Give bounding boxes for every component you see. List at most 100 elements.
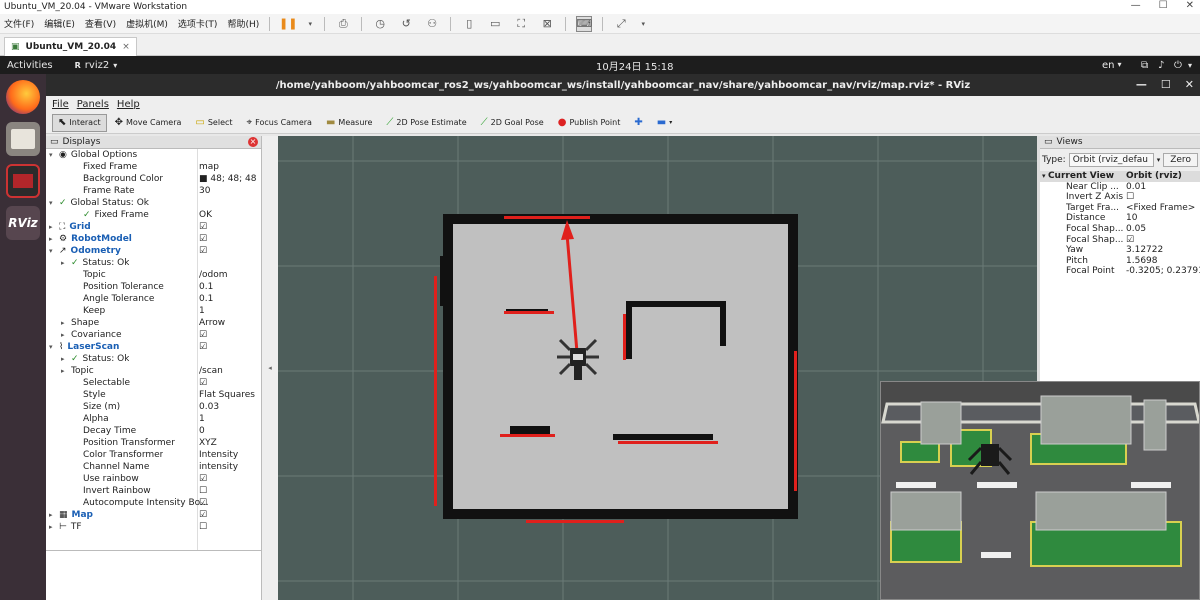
tab-ubuntu-vm[interactable]: ▣ Ubuntu_VM_20.04 ×: [4, 37, 137, 56]
display-row-value[interactable]: ☑: [199, 377, 207, 389]
view-property-row[interactable]: Invert Z Axis ☐: [1040, 192, 1200, 203]
view-property-row[interactable]: Focal Point -0.3205; 0.23791...: [1040, 266, 1200, 277]
current-view-row[interactable]: ▾ Current View Orbit (rviz): [1040, 171, 1200, 182]
vm-menu-help[interactable]: 帮助(H): [227, 17, 259, 30]
chevron-down-icon[interactable]: ▾: [1157, 156, 1161, 164]
display-row[interactable]: ▾ ↗ Odometry ☑: [46, 245, 261, 257]
display-row[interactable]: Autocompute Intensity Bo... ☑: [46, 497, 261, 509]
display-row[interactable]: ▸ ✓ Status: Ok: [46, 257, 261, 269]
collapsed-arrow-icon[interactable]: ▸: [61, 365, 65, 377]
display-row[interactable]: Channel Name intensity: [46, 461, 261, 473]
firefox-icon[interactable]: [6, 80, 40, 114]
display-row[interactable]: Keep 1: [46, 305, 261, 317]
display-row[interactable]: Decay Time 0: [46, 425, 261, 437]
display-row[interactable]: ▸ Covariance ☑: [46, 329, 261, 341]
tool-measure[interactable]: ▬ Measure: [320, 114, 378, 132]
unity-icon[interactable]: ⊠: [539, 16, 555, 32]
expanded-arrow-icon[interactable]: ▾: [49, 149, 53, 161]
tool-2d-goal-pose[interactable]: ⟋ 2D Goal Pose: [475, 114, 550, 132]
language-indicator[interactable]: en ▾: [1102, 60, 1122, 71]
panel-splitter-handle[interactable]: ◂: [262, 136, 278, 600]
display-row[interactable]: Alpha 1: [46, 413, 261, 425]
app-menu[interactable]: R rviz2 ▾: [75, 60, 118, 71]
tool-select[interactable]: ▭ Select: [189, 114, 238, 132]
files-icon[interactable]: [6, 122, 40, 156]
snapshot-manager-icon[interactable]: ⚇: [424, 16, 440, 32]
maximize-icon[interactable]: ☐: [1161, 78, 1171, 91]
fullscreen-icon[interactable]: ⛶: [513, 16, 529, 32]
pause-icon[interactable]: ❚❚: [279, 16, 297, 32]
display-row[interactable]: Size (m) 0.03: [46, 401, 261, 413]
display-row[interactable]: Position Tolerance 0.1: [46, 281, 261, 293]
minimize-icon[interactable]: —: [1131, 0, 1141, 11]
display-row-value[interactable]: ☑: [199, 497, 207, 509]
view-property-row[interactable]: Focal Shap... 0.05: [1040, 224, 1200, 235]
rviz-dock-icon[interactable]: RViz: [6, 206, 40, 240]
minimize-icon[interactable]: —: [1136, 78, 1147, 91]
zero-button[interactable]: Zero: [1163, 153, 1198, 167]
activities-button[interactable]: Activities: [7, 60, 53, 71]
display-row[interactable]: Position Transformer XYZ: [46, 437, 261, 449]
terminal-icon[interactable]: [6, 164, 40, 198]
display-row[interactable]: ▸ ▦ Map ☑: [46, 509, 261, 521]
power-icon[interactable]: ⏻: [1174, 60, 1182, 71]
vm-menu-view[interactable]: 查看(V): [85, 17, 116, 30]
display-row[interactable]: ▸ ⛶ Grid ☑: [46, 221, 261, 233]
tool-remove[interactable]: ▬ ▾: [651, 114, 678, 132]
network-icon[interactable]: ⧉: [1141, 60, 1148, 71]
menu-help[interactable]: Help: [117, 99, 140, 110]
library-icon[interactable]: ▯: [461, 16, 477, 32]
maximize-icon[interactable]: ☐: [1159, 0, 1168, 11]
vm-menu-file[interactable]: 文件(F): [4, 17, 34, 30]
view-property-row[interactable]: Near Clip ... 0.01: [1040, 182, 1200, 193]
display-row-value[interactable]: ☑: [199, 221, 207, 233]
display-row-value[interactable]: ☑: [199, 245, 207, 257]
display-row[interactable]: Fixed Frame map: [46, 161, 261, 173]
collapsed-arrow-icon[interactable]: ▸: [61, 317, 65, 329]
tool-2d-pose-estimate[interactable]: ⟋ 2D Pose Estimate: [380, 114, 472, 132]
tool-focus-camera[interactable]: ⌖ Focus Camera: [241, 114, 318, 132]
display-row[interactable]: Frame Rate 30: [46, 185, 261, 197]
volume-icon[interactable]: ♪: [1158, 60, 1164, 71]
display-row-value[interactable]: ☐: [199, 521, 207, 533]
display-row-value[interactable]: ☑: [199, 329, 207, 341]
tab-close-icon[interactable]: ×: [122, 42, 130, 52]
collapsed-arrow-icon[interactable]: ▸: [49, 509, 53, 521]
revert-snapshot-icon[interactable]: ↺: [398, 16, 414, 32]
display-row[interactable]: ▸ ⚙ RobotModel ☑: [46, 233, 261, 245]
collapsed-arrow-icon[interactable]: ▸: [49, 221, 53, 233]
display-row[interactable]: Style Flat Squares: [46, 389, 261, 401]
vm-menu-tabs[interactable]: 选项卡(T): [178, 17, 218, 30]
vm-menu-edit[interactable]: 编辑(E): [44, 17, 75, 30]
view-property-row[interactable]: Target Fra... <Fixed Frame>: [1040, 203, 1200, 214]
chevron-down-icon[interactable]: ▾: [1188, 61, 1192, 70]
display-row-value[interactable]: ☑: [199, 509, 207, 521]
display-row[interactable]: ▸ Shape Arrow: [46, 317, 261, 329]
display-row[interactable]: Use rainbow ☑: [46, 473, 261, 485]
display-row[interactable]: ▾ ✓ Global Status: Ok: [46, 197, 261, 209]
view-property-row[interactable]: Yaw 3.12722: [1040, 245, 1200, 256]
display-row-value[interactable]: ☑: [199, 233, 207, 245]
collapsed-arrow-icon[interactable]: ▸: [61, 353, 65, 365]
display-row[interactable]: Angle Tolerance 0.1: [46, 293, 261, 305]
collapsed-arrow-icon[interactable]: ▸: [49, 233, 53, 245]
vm-menu-vm[interactable]: 虚拟机(M): [126, 17, 168, 30]
collapsed-arrow-icon[interactable]: ▸: [61, 257, 65, 269]
display-row[interactable]: ▸ ✓ Status: Ok: [46, 353, 261, 365]
display-row[interactable]: Selectable ☑: [46, 377, 261, 389]
display-row-value[interactable]: ☑: [199, 341, 207, 353]
expanded-arrow-icon[interactable]: ▾: [49, 197, 53, 209]
close-icon[interactable]: ✕: [1185, 78, 1194, 91]
display-row-value[interactable]: ☑: [199, 473, 207, 485]
view-type-select[interactable]: Orbit (rviz_defau: [1068, 153, 1154, 167]
display-row[interactable]: ✓ Fixed Frame OK: [46, 209, 261, 221]
console-icon[interactable]: ⌨: [576, 15, 593, 32]
clock[interactable]: 10月24日 15:18: [596, 58, 673, 73]
display-row[interactable]: ▾ ◉ Global Options: [46, 149, 261, 161]
stretch-icon[interactable]: ⤢: [613, 16, 629, 32]
chevron-down-icon[interactable]: ▾: [639, 16, 647, 32]
expanded-arrow-icon[interactable]: ▾: [49, 245, 53, 257]
display-row[interactable]: Color Transformer Intensity: [46, 449, 261, 461]
view-property-row[interactable]: Pitch 1.5698: [1040, 256, 1200, 267]
display-row[interactable]: ▸ ⊢ TF ☐: [46, 521, 261, 533]
